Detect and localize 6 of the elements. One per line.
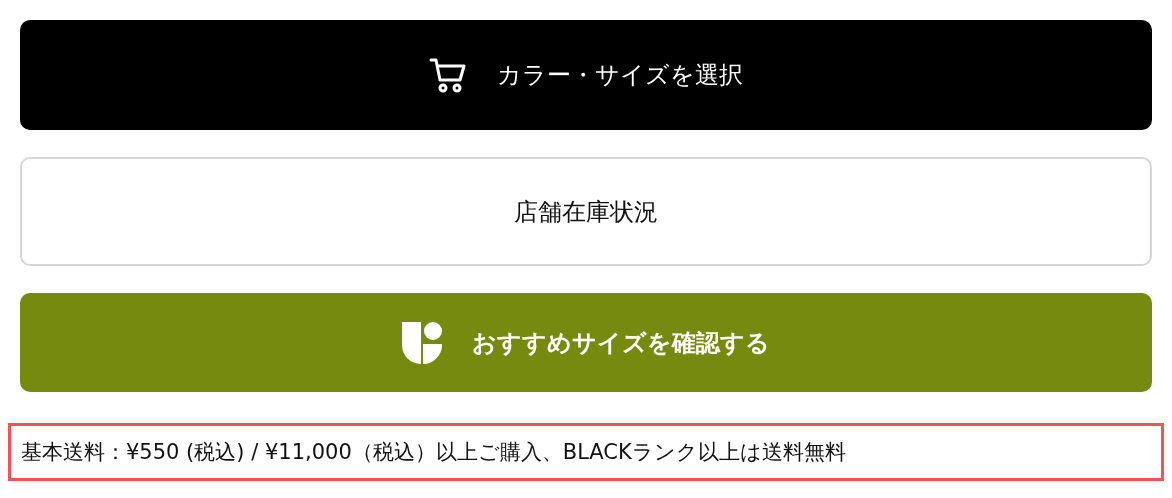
size-button[interactable]: おすすめサイズを確認する — [20, 293, 1152, 392]
logo-icon — [402, 321, 442, 364]
shipping-note: 基本送料：¥550 (税込) / ¥11,000（税込）以上ご購入、BLACKランク以上は送料無料 — [8, 423, 1164, 481]
store-stock-button[interactable]: 店舗在庫状況 — [20, 157, 1152, 266]
select-button[interactable]: カラー・サイズを選択 — [20, 20, 1152, 130]
cart-icon — [429, 56, 467, 94]
